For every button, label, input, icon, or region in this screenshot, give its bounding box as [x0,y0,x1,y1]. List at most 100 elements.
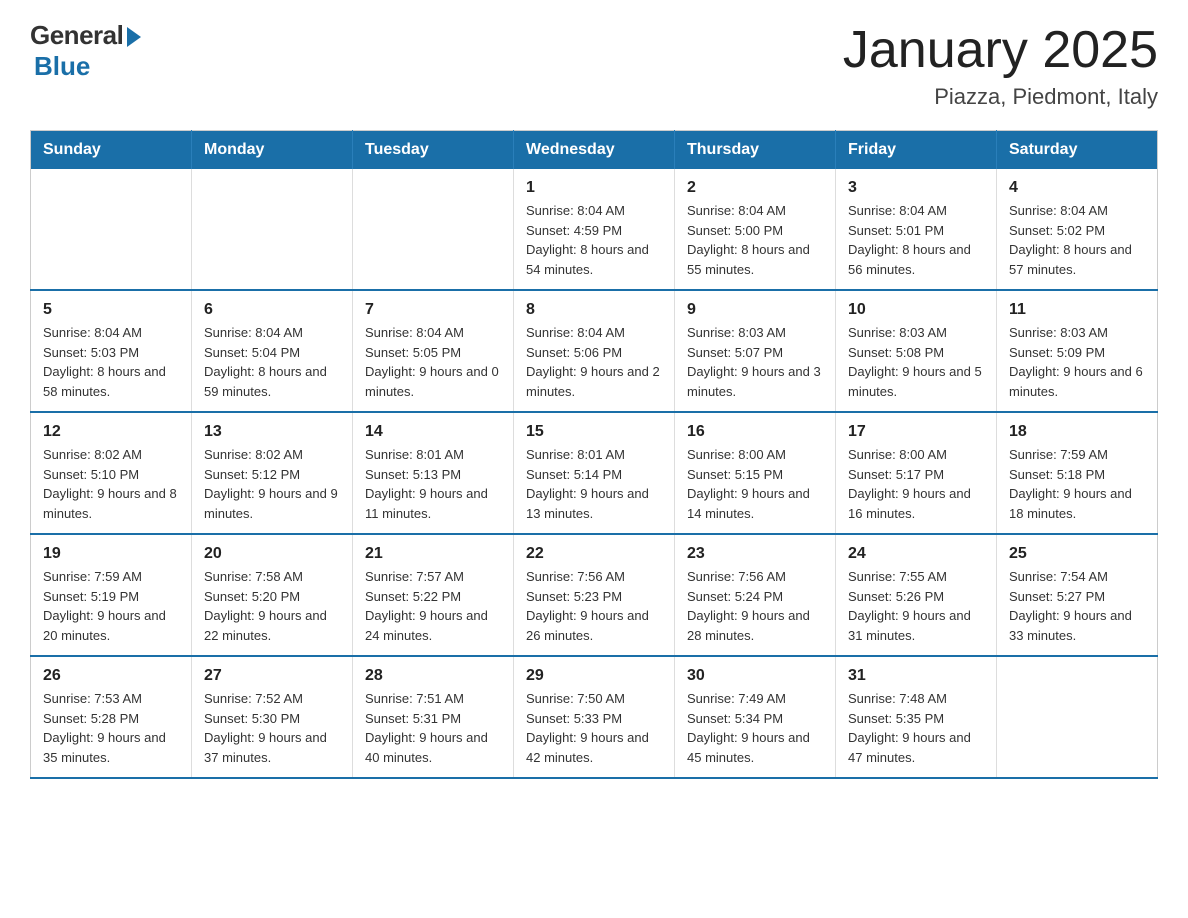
day-of-week-header: Saturday [997,131,1158,170]
calendar-day-cell: 4 Sunrise: 8:04 AM Sunset: 5:02 PM Daylig… [997,169,1158,290]
logo-general-text: General [30,20,123,51]
day-number: 26 [43,667,179,685]
day-info: Sunrise: 7:52 AM Sunset: 5:30 PM Dayligh… [204,689,340,767]
day-number: 1 [526,179,662,197]
day-number: 19 [43,545,179,563]
calendar-day-cell: 8Sunrise: 8:04 AM Sunset: 5:06 PM Daylig… [514,290,675,412]
day-number: 24 [848,545,984,563]
day-number: 27 [204,667,340,685]
day-number: 10 [848,301,984,319]
day-info: Sunrise: 8:04 AM Sunset: 5:05 PM Dayligh… [365,323,501,401]
calendar-day-cell: 15 Sunrise: 8:01 AM Sunset: 5:14 PM Dayli… [514,412,675,534]
day-info: Sunrise: 7:51 AM Sunset: 5:31 PM Dayligh… [365,689,501,767]
day-info: Sunrise: 7:50 AM Sunset: 5:33 PM Dayligh… [526,689,662,767]
title-section: January 2025 Piazza, Piedmont, Italy [843,20,1158,110]
day-info: Sunrise: 8:04 AM Sunset: 5:03 PM Dayligh… [43,323,179,401]
day-info: Sunrise: 8:01 AM Sunset: 5:14 PM Dayligh… [526,445,662,523]
day-number: 22 [526,545,662,563]
day-number: 17 [848,423,984,441]
calendar-day-cell: 25 Sunrise: 7:54 AM Sunset: 5:27 PM Dayli… [997,534,1158,656]
day-number: 31 [848,667,984,685]
calendar-week-row: 12Sunrise: 8:02 AM Sunset: 5:10 PM Dayli… [31,412,1158,534]
day-of-week-header: Sunday [31,131,192,170]
calendar-day-cell: 9 Sunrise: 8:03 AM Sunset: 5:07 PM Daylig… [675,290,836,412]
calendar-day-cell: 28 Sunrise: 7:51 AM Sunset: 5:31 PM Dayli… [353,656,514,778]
day-number: 28 [365,667,501,685]
calendar-day-cell: 22 Sunrise: 7:56 AM Sunset: 5:23 PM Dayli… [514,534,675,656]
calendar-day-cell: 30 Sunrise: 7:49 AM Sunset: 5:34 PM Dayli… [675,656,836,778]
day-number: 3 [848,179,984,197]
day-number: 15 [526,423,662,441]
day-of-week-header: Tuesday [353,131,514,170]
day-info: Sunrise: 8:03 AM Sunset: 5:09 PM Dayligh… [1009,323,1145,401]
calendar-day-cell: 6 Sunrise: 8:04 AM Sunset: 5:04 PM Daylig… [192,290,353,412]
day-number: 5 [43,301,179,319]
day-info: Sunrise: 8:03 AM Sunset: 5:07 PM Dayligh… [687,323,823,401]
calendar-day-cell: 29 Sunrise: 7:50 AM Sunset: 5:33 PM Dayli… [514,656,675,778]
calendar-day-cell: 27 Sunrise: 7:52 AM Sunset: 5:30 PM Dayli… [192,656,353,778]
day-info: Sunrise: 7:49 AM Sunset: 5:34 PM Dayligh… [687,689,823,767]
day-number: 18 [1009,423,1145,441]
day-number: 6 [204,301,340,319]
calendar-day-cell: 10Sunrise: 8:03 AM Sunset: 5:08 PM Dayli… [836,290,997,412]
calendar-day-cell: 31 Sunrise: 7:48 AM Sunset: 5:35 PM Dayli… [836,656,997,778]
day-number: 21 [365,545,501,563]
calendar-day-cell: 23Sunrise: 7:56 AM Sunset: 5:24 PM Dayli… [675,534,836,656]
day-number: 8 [526,301,662,319]
calendar-day-cell: 24 Sunrise: 7:55 AM Sunset: 5:26 PM Dayli… [836,534,997,656]
logo: General Blue [30,20,141,82]
day-info: Sunrise: 7:53 AM Sunset: 5:28 PM Dayligh… [43,689,179,767]
day-number: 13 [204,423,340,441]
month-title: January 2025 [843,20,1158,80]
day-of-week-header: Friday [836,131,997,170]
day-number: 29 [526,667,662,685]
calendar-day-cell: 18 Sunrise: 7:59 AM Sunset: 5:18 PM Dayli… [997,412,1158,534]
calendar-day-cell: 19 Sunrise: 7:59 AM Sunset: 5:19 PM Dayli… [31,534,192,656]
location-text: Piazza, Piedmont, Italy [843,84,1158,110]
calendar-day-cell: 7 Sunrise: 8:04 AM Sunset: 5:05 PM Daylig… [353,290,514,412]
day-number: 2 [687,179,823,197]
day-info: Sunrise: 7:59 AM Sunset: 5:18 PM Dayligh… [1009,445,1145,523]
day-number: 4 [1009,179,1145,197]
calendar-day-cell: 16Sunrise: 8:00 AM Sunset: 5:15 PM Dayli… [675,412,836,534]
day-of-week-header: Wednesday [514,131,675,170]
day-info: Sunrise: 7:59 AM Sunset: 5:19 PM Dayligh… [43,567,179,645]
day-info: Sunrise: 8:04 AM Sunset: 5:00 PM Dayligh… [687,201,823,279]
calendar-day-cell: 14Sunrise: 8:01 AM Sunset: 5:13 PM Dayli… [353,412,514,534]
day-info: Sunrise: 7:55 AM Sunset: 5:26 PM Dayligh… [848,567,984,645]
day-info: Sunrise: 7:54 AM Sunset: 5:27 PM Dayligh… [1009,567,1145,645]
calendar-day-cell: 26 Sunrise: 7:53 AM Sunset: 5:28 PM Dayli… [31,656,192,778]
calendar-day-cell: 1 Sunrise: 8:04 AM Sunset: 4:59 PM Daylig… [514,169,675,290]
calendar-day-cell: 12Sunrise: 8:02 AM Sunset: 5:10 PM Dayli… [31,412,192,534]
calendar-week-row: 19 Sunrise: 7:59 AM Sunset: 5:19 PM Dayli… [31,534,1158,656]
calendar-week-row: 26 Sunrise: 7:53 AM Sunset: 5:28 PM Dayli… [31,656,1158,778]
calendar-day-cell: 3Sunrise: 8:04 AM Sunset: 5:01 PM Daylig… [836,169,997,290]
day-info: Sunrise: 7:56 AM Sunset: 5:24 PM Dayligh… [687,567,823,645]
day-number: 12 [43,423,179,441]
calendar-day-cell: 13 Sunrise: 8:02 AM Sunset: 5:12 PM Dayli… [192,412,353,534]
day-number: 20 [204,545,340,563]
calendar-week-row: 5 Sunrise: 8:04 AM Sunset: 5:03 PM Daylig… [31,290,1158,412]
day-info: Sunrise: 8:04 AM Sunset: 5:02 PM Dayligh… [1009,201,1145,279]
day-info: Sunrise: 8:02 AM Sunset: 5:12 PM Dayligh… [204,445,340,523]
day-number: 9 [687,301,823,319]
day-info: Sunrise: 7:58 AM Sunset: 5:20 PM Dayligh… [204,567,340,645]
day-number: 25 [1009,545,1145,563]
calendar-day-cell [192,169,353,290]
day-info: Sunrise: 8:04 AM Sunset: 4:59 PM Dayligh… [526,201,662,279]
day-info: Sunrise: 8:00 AM Sunset: 5:15 PM Dayligh… [687,445,823,523]
calendar-day-cell: 5 Sunrise: 8:04 AM Sunset: 5:03 PM Daylig… [31,290,192,412]
day-info: Sunrise: 7:48 AM Sunset: 5:35 PM Dayligh… [848,689,984,767]
day-of-week-header: Thursday [675,131,836,170]
day-number: 7 [365,301,501,319]
day-number: 30 [687,667,823,685]
day-of-week-header: Monday [192,131,353,170]
day-number: 11 [1009,301,1145,319]
day-info: Sunrise: 8:04 AM Sunset: 5:04 PM Dayligh… [204,323,340,401]
calendar-day-cell: 11 Sunrise: 8:03 AM Sunset: 5:09 PM Dayli… [997,290,1158,412]
day-info: Sunrise: 7:56 AM Sunset: 5:23 PM Dayligh… [526,567,662,645]
calendar-day-cell: 17 Sunrise: 8:00 AM Sunset: 5:17 PM Dayli… [836,412,997,534]
day-info: Sunrise: 8:00 AM Sunset: 5:17 PM Dayligh… [848,445,984,523]
calendar-day-cell: 2 Sunrise: 8:04 AM Sunset: 5:00 PM Daylig… [675,169,836,290]
calendar-day-cell [353,169,514,290]
